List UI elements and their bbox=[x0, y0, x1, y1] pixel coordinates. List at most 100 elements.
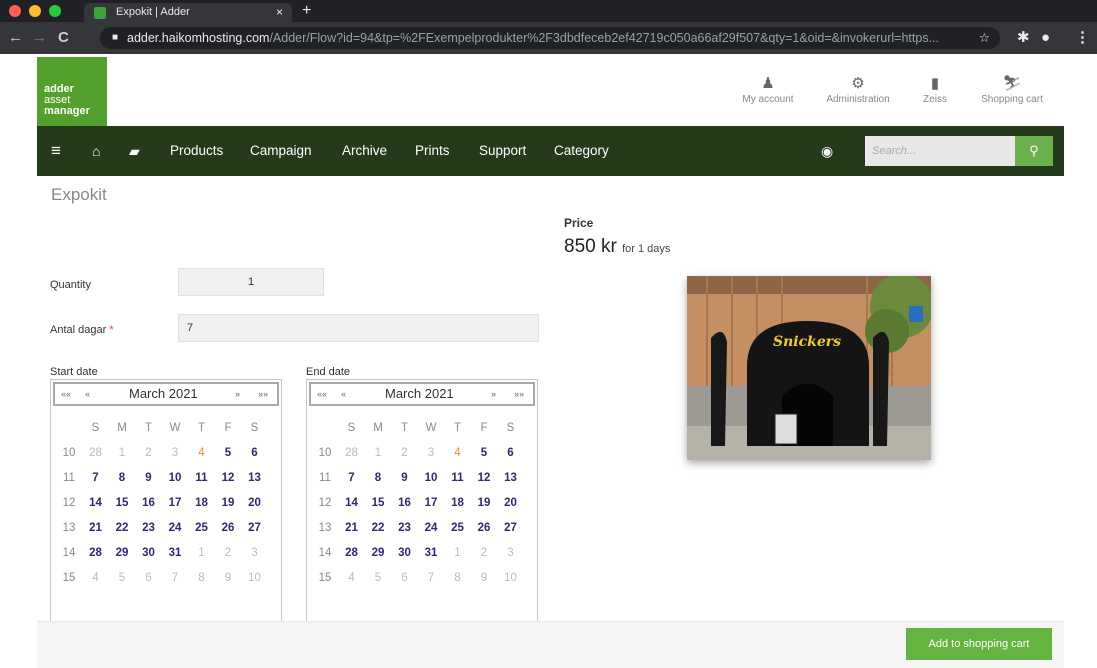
start-day-cell[interactable]: 27 bbox=[242, 518, 268, 538]
end-day-cell[interactable]: 29 bbox=[365, 543, 391, 563]
end-day-cell[interactable]: 19 bbox=[471, 493, 497, 513]
start-day-cell[interactable]: 15 bbox=[109, 493, 135, 513]
hamburger-icon[interactable]: ≡ bbox=[51, 126, 61, 176]
start-day-cell[interactable]: 8 bbox=[109, 468, 135, 488]
start-next-year-button[interactable]: »» bbox=[258, 384, 268, 404]
start-day-cell[interactable]: 7 bbox=[83, 468, 109, 488]
menu-category[interactable]: Category bbox=[554, 126, 609, 176]
end-day-cell[interactable]: 8 bbox=[365, 468, 391, 488]
nav-zeiss[interactable]: ▮ Zeiss bbox=[895, 74, 975, 105]
nav-my-account[interactable]: ♟ My account bbox=[728, 74, 808, 105]
start-month-label[interactable]: March 2021 bbox=[129, 384, 198, 404]
start-day-cell[interactable]: 10 bbox=[162, 468, 188, 488]
end-next-year-button[interactable]: »» bbox=[514, 384, 524, 404]
end-day-cell[interactable]: 20 bbox=[498, 493, 524, 513]
address-bar[interactable]: ■ adder.haikomhosting.com/Adder/Flow?id=… bbox=[100, 27, 1000, 49]
reload-icon[interactable]: C bbox=[58, 22, 69, 54]
profile-icon[interactable]: ● bbox=[1041, 22, 1050, 54]
menu-campaign[interactable]: Campaign bbox=[250, 126, 312, 176]
start-next-month-button[interactable]: » bbox=[235, 384, 240, 404]
start-day-cell[interactable]: 30 bbox=[136, 543, 162, 563]
start-day-cell[interactable]: 21 bbox=[83, 518, 109, 538]
end-day-cell[interactable]: 31 bbox=[418, 543, 444, 563]
end-day-cell[interactable]: 7 bbox=[339, 468, 365, 488]
end-day-cell[interactable]: 12 bbox=[471, 468, 497, 488]
end-day-cell[interactable]: 26 bbox=[471, 518, 497, 538]
extensions-icon[interactable]: ✱ bbox=[1017, 22, 1030, 54]
start-day-cell[interactable]: 31 bbox=[162, 543, 188, 563]
tab-close-icon[interactable]: × bbox=[276, 3, 283, 22]
start-day-cell[interactable]: 26 bbox=[215, 518, 241, 538]
start-day-cell[interactable]: 9 bbox=[136, 468, 162, 488]
end-day-cell[interactable]: 11 bbox=[445, 468, 471, 488]
end-day-cell[interactable]: 14 bbox=[339, 493, 365, 513]
start-day-cell[interactable]: 6 bbox=[242, 443, 268, 463]
end-day-cell[interactable]: 16 bbox=[392, 493, 418, 513]
nav-administration[interactable]: ⚙ Administration bbox=[818, 74, 898, 105]
start-prev-month-button[interactable]: « bbox=[85, 384, 90, 404]
start-day-cell[interactable]: 29 bbox=[109, 543, 135, 563]
end-day-cell[interactable]: 30 bbox=[392, 543, 418, 563]
new-tab-button[interactable]: + bbox=[302, 0, 311, 22]
end-next-month-button[interactable]: » bbox=[491, 384, 496, 404]
start-day-cell[interactable]: 22 bbox=[109, 518, 135, 538]
start-day-cell[interactable]: 19 bbox=[215, 493, 241, 513]
globe-icon[interactable]: ◉ bbox=[821, 126, 833, 176]
days-field[interactable]: 7 bbox=[178, 314, 539, 342]
menu-prints[interactable]: Prints bbox=[415, 126, 450, 176]
end-prev-month-button[interactable]: « bbox=[341, 384, 346, 404]
end-day-cell[interactable]: 18 bbox=[445, 493, 471, 513]
start-day-cell[interactable]: 17 bbox=[162, 493, 188, 513]
end-day-cell[interactable]: 10 bbox=[418, 468, 444, 488]
end-day-cell[interactable]: 24 bbox=[418, 518, 444, 538]
minimize-window-dot[interactable] bbox=[29, 5, 41, 17]
browser-menu-icon[interactable]: ⋮ bbox=[1075, 22, 1090, 54]
end-day-cell[interactable]: 4 bbox=[445, 443, 471, 463]
start-day-cell[interactable]: 12 bbox=[215, 468, 241, 488]
end-day-cell[interactable]: 17 bbox=[418, 493, 444, 513]
start-day-cell[interactable]: 13 bbox=[242, 468, 268, 488]
start-day-cell[interactable]: 14 bbox=[83, 493, 109, 513]
close-window-dot[interactable] bbox=[9, 5, 21, 17]
menu-support[interactable]: Support bbox=[479, 126, 526, 176]
book-icon[interactable]: ▰ bbox=[129, 126, 140, 176]
start-day-cell[interactable]: 18 bbox=[189, 493, 215, 513]
end-day-cell[interactable]: 15 bbox=[365, 493, 391, 513]
end-day-cell[interactable]: 13 bbox=[498, 468, 524, 488]
search-input[interactable]: Search... bbox=[865, 136, 1015, 166]
product-image[interactable]: Snickers bbox=[687, 276, 931, 460]
end-day-cell[interactable]: 23 bbox=[392, 518, 418, 538]
add-to-cart-button[interactable]: Add to shopping cart bbox=[906, 628, 1052, 660]
back-icon[interactable]: ← bbox=[8, 22, 23, 54]
end-day-cell[interactable]: 21 bbox=[339, 518, 365, 538]
adder-logo[interactable]: adder asset manager bbox=[37, 57, 107, 127]
start-day-cell[interactable]: 23 bbox=[136, 518, 162, 538]
browser-tab[interactable]: Expokit | Adder × bbox=[84, 3, 292, 22]
start-day-cell[interactable]: 20 bbox=[242, 493, 268, 513]
start-day-cell[interactable]: 25 bbox=[189, 518, 215, 538]
end-day-cell[interactable]: 6 bbox=[498, 443, 524, 463]
start-day-cell[interactable]: 24 bbox=[162, 518, 188, 538]
start-day-cell[interactable]: 4 bbox=[189, 443, 215, 463]
forward-icon[interactable]: → bbox=[32, 22, 47, 54]
end-day-cell[interactable]: 27 bbox=[498, 518, 524, 538]
end-day-cell[interactable]: 5 bbox=[471, 443, 497, 463]
start-day-cell[interactable]: 11 bbox=[189, 468, 215, 488]
menu-products[interactable]: Products bbox=[170, 126, 223, 176]
start-day-cell[interactable]: 16 bbox=[136, 493, 162, 513]
nav-shopping-cart[interactable]: ⛷ Shopping cart bbox=[972, 74, 1052, 105]
menu-archive[interactable]: Archive bbox=[342, 126, 387, 176]
end-day-cell[interactable]: 28 bbox=[339, 543, 365, 563]
home-icon[interactable]: ⌂ bbox=[92, 126, 100, 176]
end-prev-year-button[interactable]: «« bbox=[317, 384, 327, 404]
maximize-window-dot[interactable] bbox=[49, 5, 61, 17]
bookmark-star-icon[interactable]: ☆ bbox=[979, 27, 990, 49]
search-button[interactable]: ⚲ bbox=[1015, 136, 1053, 166]
end-day-cell[interactable]: 9 bbox=[392, 468, 418, 488]
start-prev-year-button[interactable]: «« bbox=[61, 384, 71, 404]
start-day-cell[interactable]: 5 bbox=[215, 443, 241, 463]
start-day-cell[interactable]: 28 bbox=[83, 543, 109, 563]
quantity-field[interactable]: 1 bbox=[178, 268, 324, 296]
end-month-label[interactable]: March 2021 bbox=[385, 384, 454, 404]
end-day-cell[interactable]: 25 bbox=[445, 518, 471, 538]
